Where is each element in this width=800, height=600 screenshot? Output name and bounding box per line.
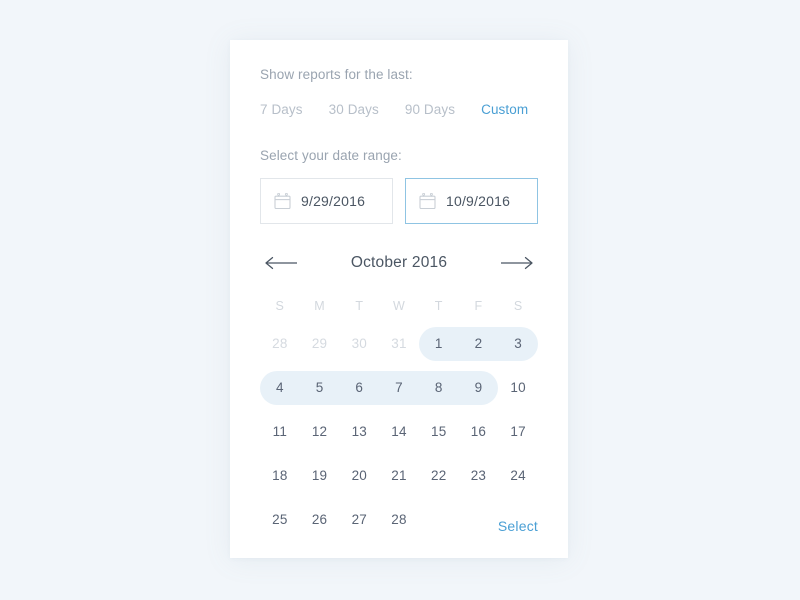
calendar-day[interactable]: 24 [498, 467, 538, 485]
calendar-week-row: 4 5 6 7 8 9 10 [260, 366, 538, 410]
calendar-weekday-header: SMTWTFS [260, 298, 538, 314]
arrow-left-icon[interactable] [264, 253, 298, 273]
calendar-week-row: 11 12 13 14 15 16 17 [260, 410, 538, 454]
start-date-input[interactable]: 9/29/2016 [260, 178, 393, 224]
calendar-icon [419, 192, 436, 210]
select-button[interactable]: Select [498, 518, 538, 534]
calendar-day[interactable]: 11 [260, 423, 300, 441]
calendar-week-row: 25 26 27 28 [260, 498, 538, 542]
calendar-day[interactable]: 19 [300, 467, 340, 485]
calendar-day[interactable]: 3 [498, 335, 538, 353]
weekday-header: T [355, 299, 364, 313]
arrow-right-icon[interactable] [500, 253, 534, 273]
weekday-header: M [314, 299, 325, 313]
calendar-day[interactable]: 23 [459, 467, 499, 485]
calendar-day[interactable]: 29 [300, 335, 340, 353]
calendar-day[interactable]: 21 [379, 467, 419, 485]
date-range-label: Select your date range: [260, 148, 402, 163]
date-range-picker-card: Show reports for the last: 7 Days 30 Days… [230, 40, 568, 558]
calendar-day[interactable]: 6 [339, 379, 379, 397]
date-inputs-row: 9/29/2016 10/9/2016 [260, 178, 538, 224]
weekday-header: F [474, 299, 483, 313]
calendar-month-title: October 2016 [350, 254, 448, 271]
calendar-day[interactable]: 16 [459, 423, 499, 441]
calendar-day[interactable]: 1 [419, 335, 459, 353]
calendar-day[interactable]: 13 [339, 423, 379, 441]
calendar-icon [274, 192, 291, 210]
calendar-day[interactable]: 17 [498, 423, 538, 441]
weekday-header: S [513, 299, 523, 313]
calendar-day[interactable]: 31 [379, 335, 419, 353]
calendar-week-row: 28 29 30 31 1 2 3 [260, 322, 538, 366]
calendar-day[interactable]: 5 [300, 379, 340, 397]
calendar-day[interactable]: 28 [260, 335, 300, 353]
preset-range-tabs: 7 Days 30 Days 90 Days Custom [260, 102, 538, 117]
calendar-header: October 2016 [260, 250, 538, 276]
calendar-day[interactable]: 9 [459, 379, 499, 397]
end-date-value: 10/9/2016 [446, 193, 511, 209]
calendar: October 2016 SMTWTFS 28 29 30 31 1 2 3 4 5 6 7 8 9 10… [260, 250, 538, 542]
preset-range-label: Show reports for the last: [260, 67, 413, 82]
weekday-header: W [392, 299, 406, 313]
calendar-day[interactable]: 18 [260, 467, 300, 485]
calendar-day[interactable]: 15 [419, 423, 459, 441]
card-footer: Select [498, 518, 538, 536]
calendar-day[interactable]: 27 [339, 511, 379, 529]
end-date-input[interactable]: 10/9/2016 [405, 178, 538, 224]
calendar-day[interactable]: 25 [260, 511, 300, 529]
preset-tab-7-days[interactable]: 7 Days [260, 102, 303, 117]
calendar-day[interactable]: 7 [379, 379, 419, 397]
calendar-day[interactable]: 12 [300, 423, 340, 441]
calendar-day[interactable]: 4 [260, 379, 300, 397]
calendar-day[interactable]: 20 [339, 467, 379, 485]
preset-tab-90-days[interactable]: 90 Days [405, 102, 455, 117]
calendar-weeks: 28 29 30 31 1 2 3 4 5 6 7 8 9 10 11 12 13 14 15 16 17 18 19 20 2… [260, 322, 538, 542]
calendar-day[interactable]: 10 [498, 379, 538, 397]
calendar-day[interactable]: 26 [300, 511, 340, 529]
weekday-header: S [275, 299, 285, 313]
calendar-week-row: 18 19 20 21 22 23 24 [260, 454, 538, 498]
calendar-day[interactable]: 8 [419, 379, 459, 397]
calendar-day[interactable]: 14 [379, 423, 419, 441]
preset-tab-30-days[interactable]: 30 Days [329, 102, 379, 117]
page-background: Show reports for the last: 7 Days 30 Days… [0, 0, 800, 600]
preset-tab-custom[interactable]: Custom [481, 102, 528, 117]
calendar-day[interactable]: 22 [419, 467, 459, 485]
weekday-header: T [434, 299, 443, 313]
start-date-value: 9/29/2016 [301, 193, 366, 209]
calendar-day[interactable]: 30 [339, 335, 379, 353]
calendar-day[interactable]: 2 [459, 335, 499, 353]
calendar-day[interactable]: 28 [379, 511, 419, 529]
